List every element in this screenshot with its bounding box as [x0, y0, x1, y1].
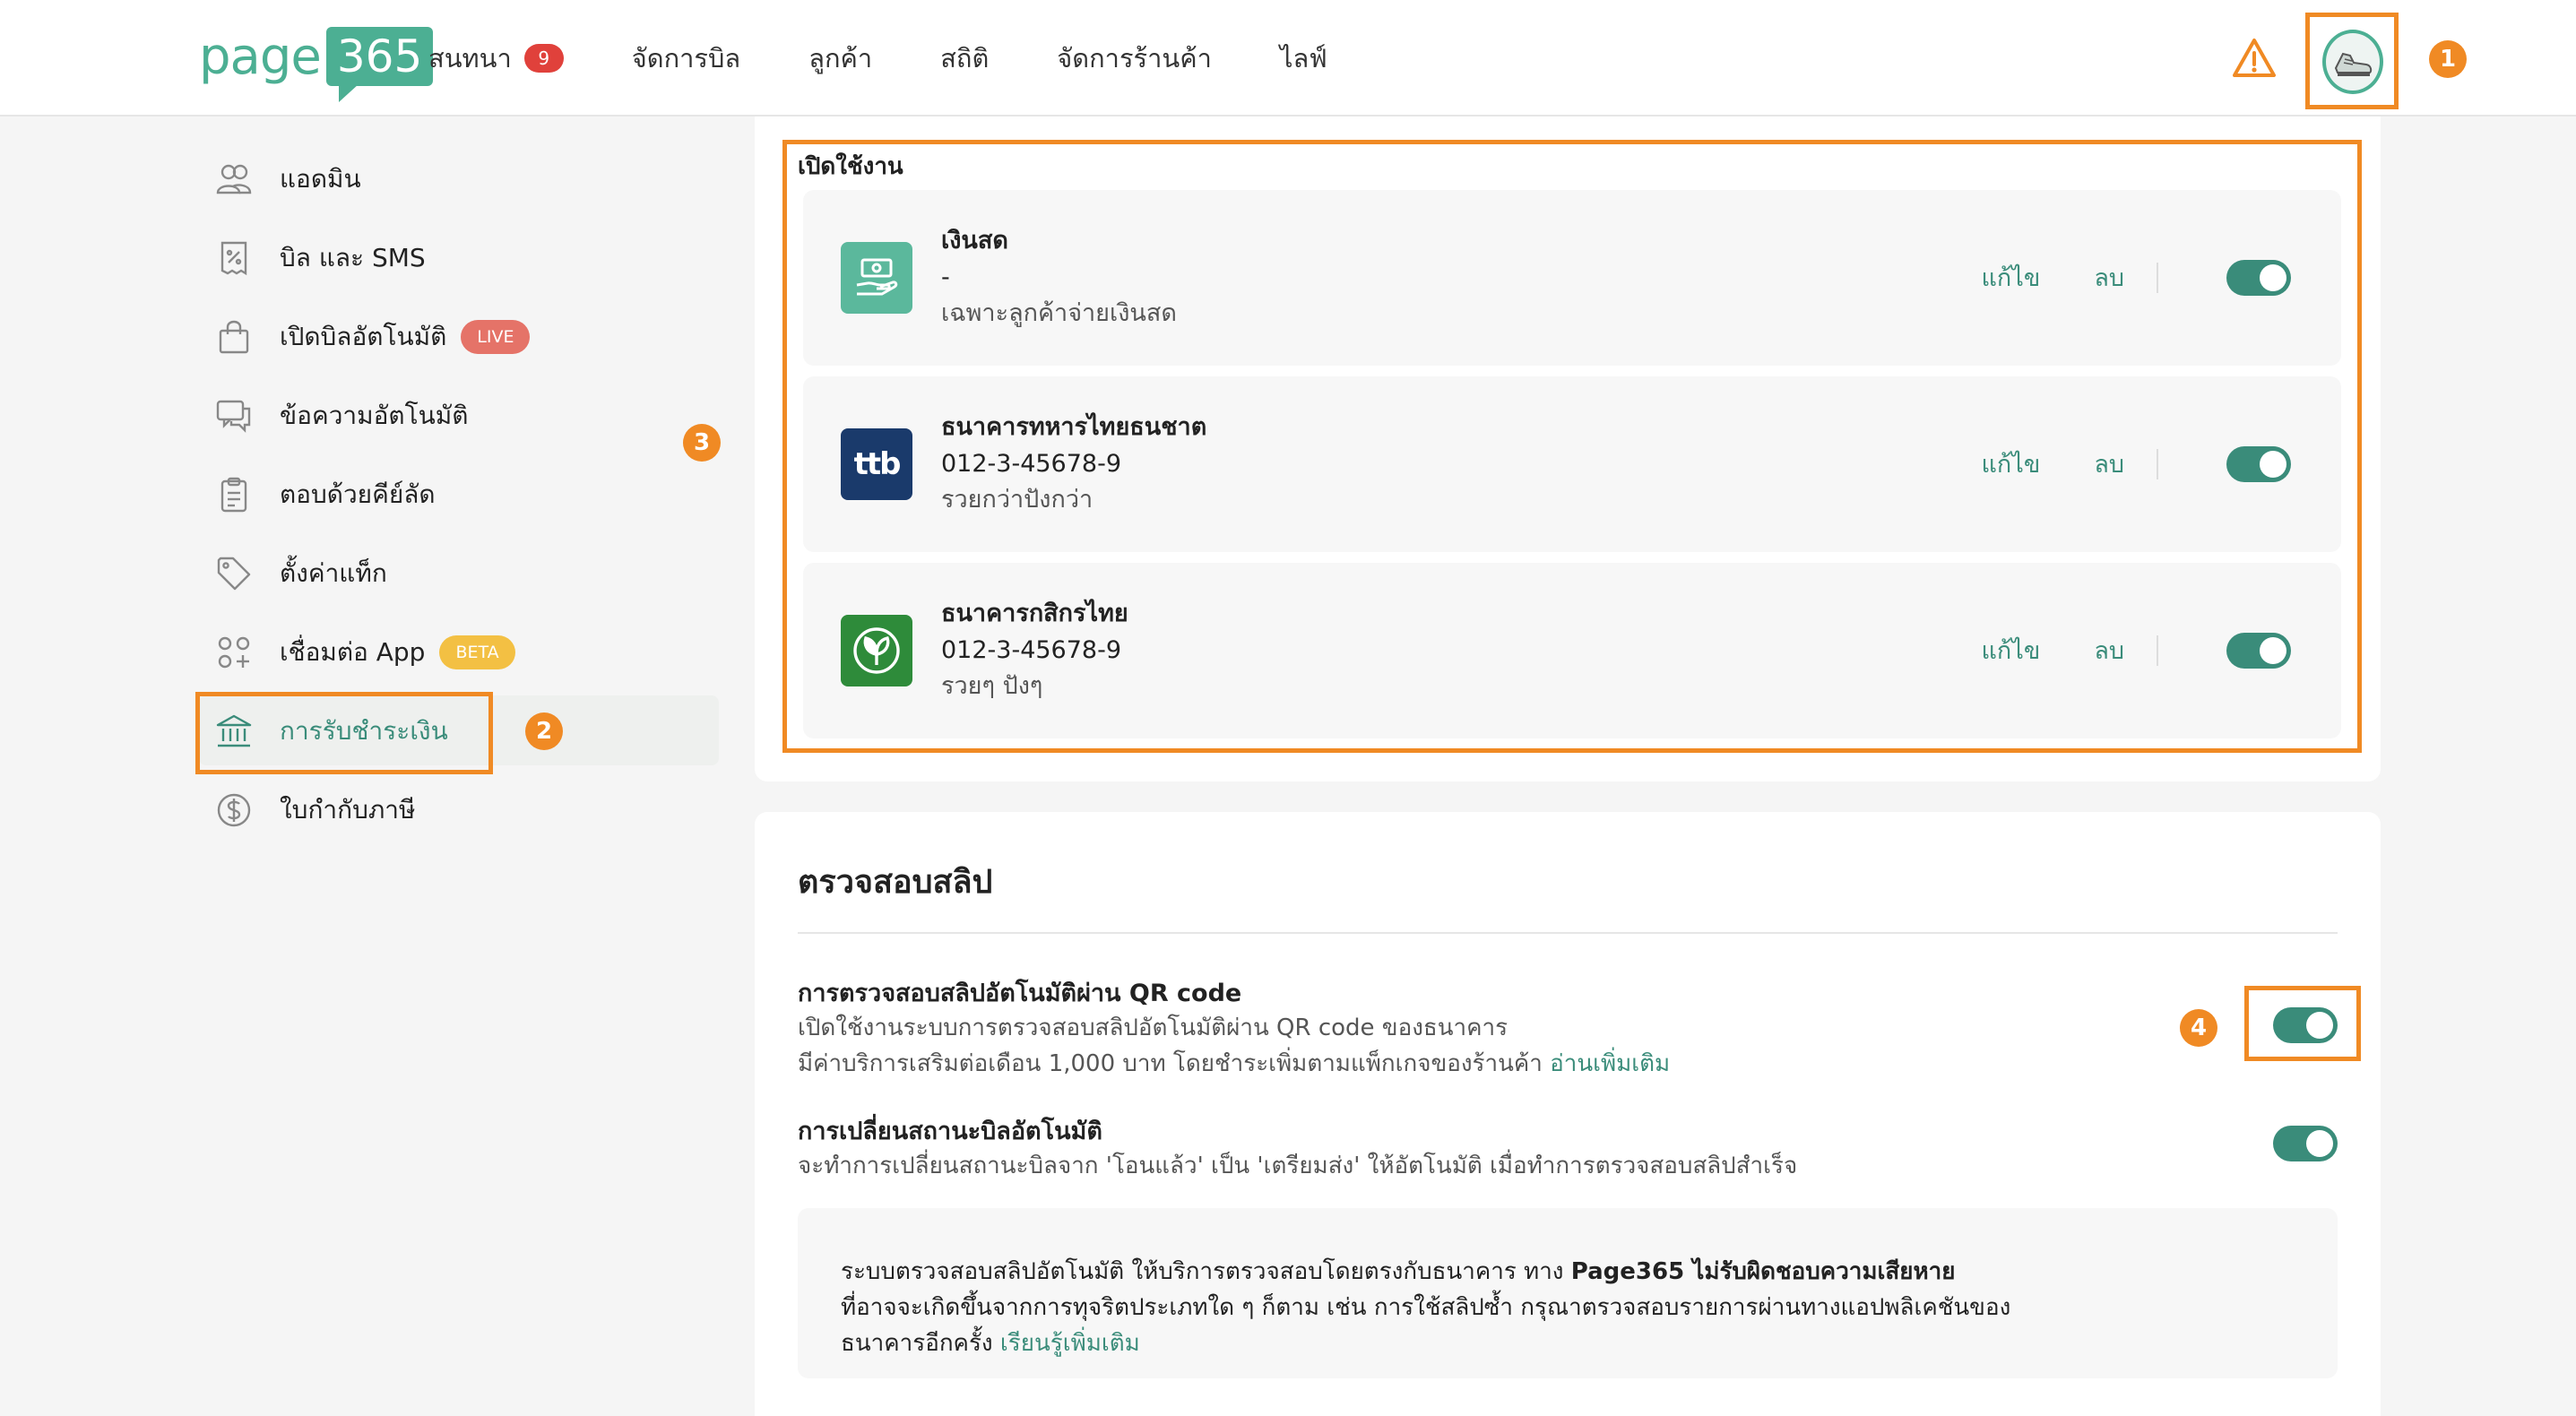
- sidebar-item-label: เชื่อมต่อ App: [280, 637, 426, 667]
- disclaimer-bold-text: Page365 ไม่รับผิดชอบความเสียหาย: [1570, 1258, 1956, 1285]
- sidebar-item-auto-bill[interactable]: เปิดบิลอัตโนมัติ LIVE: [215, 310, 531, 364]
- sidebar-item-connect-app[interactable]: เชื่อมต่อ App BETA: [215, 626, 515, 679]
- nav-customers[interactable]: ลูกค้า: [808, 38, 872, 79]
- bank-icon: [215, 712, 253, 750]
- sidebar-item-label: ข้อความอัตโนมัติ: [280, 401, 469, 430]
- live-badge: LIVE: [461, 320, 531, 354]
- disclaimer-line-2: ที่อาจจะเกิดขึ้นจากการทุจริตประเภทใด ๆ ก…: [841, 1294, 2011, 1321]
- page365-logo[interactable]: page 365: [199, 27, 434, 102]
- divider: [2157, 448, 2158, 479]
- payment-name: ธนาคารทหารไทยธนชาต: [941, 413, 1207, 441]
- clipboard-icon: [215, 476, 253, 514]
- nav-chat[interactable]: สนทนา 9: [428, 38, 564, 79]
- step-marker-1: 1: [2429, 40, 2467, 78]
- step-marker-4: 4: [2180, 1009, 2217, 1047]
- disclaimer-line-1: ระบบตรวจสอบสลิปอัตโนมัติ ให้บริการตรวจสอ…: [841, 1253, 1956, 1290]
- sidebar-item-bill-sms[interactable]: บิล และ SMS: [215, 231, 426, 285]
- payment-note: รวยๆ ปังๆ: [941, 672, 1043, 700]
- chat-bubble-icon: [215, 397, 253, 435]
- delete-button[interactable]: ลบ: [2094, 258, 2124, 297]
- auto-status-toggle[interactable]: [2273, 1126, 2338, 1161]
- logo-word: page: [199, 27, 322, 86]
- disclaimer-line-3-text: ธนาคารอีกครั้ง: [841, 1330, 993, 1357]
- divider: [2157, 635, 2158, 666]
- disclaimer-line-3: ธนาคารอีกครั้ง เรียนรู้เพิ่มเติม: [841, 1325, 1140, 1361]
- auto-status-desc: จะทำการเปลี่ยนสถานะบิลจาก 'โอนแล้ว' เป็น…: [798, 1153, 1798, 1179]
- step-marker-2: 2: [525, 712, 563, 750]
- ttb-logo: ttb: [841, 428, 912, 500]
- payment-note: รวยกว่าปังกว่า: [941, 486, 1094, 514]
- section-divider: [798, 932, 2338, 934]
- sidebar-item-tax-invoice[interactable]: ใบกำกับภาษี: [215, 783, 415, 837]
- delete-button[interactable]: ลบ: [2094, 631, 2124, 669]
- payment-cash-toggle[interactable]: [2226, 260, 2291, 296]
- sidebar-item-auto-message[interactable]: ข้อความอัตโนมัติ: [215, 389, 468, 443]
- sidebar-item-payments[interactable]: การรับชำระเงิน: [215, 704, 448, 758]
- sidebar-item-shortcut-reply[interactable]: ตอบด้วยคีย์ลัด: [215, 468, 436, 522]
- admin-users-icon: [215, 160, 253, 198]
- chat-count-badge: 9: [523, 44, 564, 73]
- slip-check-title: ตรวจสอบสลิป: [798, 864, 993, 901]
- edit-button[interactable]: แก้ไข: [1982, 631, 2041, 669]
- enabled-section-title: เปิดใช้งาน: [798, 153, 903, 180]
- nav-store-manage[interactable]: จัดการร้านค้า: [1057, 38, 1212, 79]
- ttb-logo-text: ttb: [853, 446, 902, 482]
- edit-button[interactable]: แก้ไข: [1982, 445, 2041, 483]
- auto-status-title: การเปลี่ยนสถานะบิลอัตโนมัติ: [798, 1118, 1102, 1145]
- edit-button[interactable]: แก้ไข: [1982, 258, 2041, 297]
- sidebar-item-label: ตอบด้วยคีย์ลัด: [280, 479, 436, 509]
- payment-note: เฉพาะลูกค้าจ่ายเงินสด: [941, 299, 1177, 327]
- sidebar-item-label: บิล และ SMS: [280, 243, 426, 272]
- payment-item-cash: เงินสด - เฉพาะลูกค้าจ่ายเงินสด แก้ไข ลบ: [803, 190, 2341, 366]
- payment-account: 012-3-45678-9: [941, 636, 1122, 664]
- payment-name: ธนาคารกสิกรไทย: [941, 600, 1128, 627]
- nav-stats[interactable]: สถิติ: [940, 38, 989, 79]
- qr-slip-check-fee-text: มีค่าบริการเสริมต่อเดือน 1,000 บาท โดยชำ…: [798, 1050, 1543, 1077]
- nav-chat-label: สนทนา: [428, 43, 512, 73]
- payment-item-kbank: ธนาคารกสิกรไทย 012-3-45678-9 รวยๆ ปังๆ แ…: [803, 563, 2341, 738]
- beta-badge: BETA: [439, 635, 515, 669]
- avatar-highlight-frame: [2305, 13, 2399, 109]
- tag-icon: [215, 555, 253, 592]
- disclaimer-line-1-text: ระบบตรวจสอบสลิปอัตโนมัติ ให้บริการตรวจสอ…: [841, 1258, 1564, 1285]
- warning-triangle-icon[interactable]: [2232, 36, 2277, 81]
- sidebar-item-tag-settings[interactable]: ตั้งค่าแท็ก: [215, 547, 387, 600]
- sidebar-item-label: เปิดบิลอัตโนมัติ: [280, 322, 447, 351]
- learn-more-link[interactable]: เรียนรู้เพิ่มเติม: [1000, 1330, 1140, 1357]
- sidebar-item-label: การรับชำระเงิน: [280, 716, 448, 746]
- step-marker-3: 3: [683, 424, 721, 462]
- sidebar-item-label: ใบกำกับภาษี: [280, 795, 416, 825]
- qr-slip-check-desc: เปิดใช้งานระบบการตรวจสอบสลิปอัตโนมัติผ่า…: [798, 1015, 1508, 1041]
- payment-kbank-toggle[interactable]: [2226, 633, 2291, 669]
- payment-account: 012-3-45678-9: [941, 450, 1122, 478]
- payment-name: เงินสด: [941, 227, 1008, 255]
- slip-disclaimer-box: ระบบตรวจสอบสลิปอัตโนมัติ ให้บริการตรวจสอ…: [798, 1208, 2338, 1378]
- top-header: page 365 สนทนา 9 จัดการบิล ลูกค้า สถิติ …: [0, 0, 2576, 117]
- kbank-leaf-logo: [841, 615, 912, 686]
- logo-number: 365: [325, 27, 434, 102]
- nav-bills[interactable]: จัดการบิล: [632, 38, 740, 79]
- sidebar-item-label: แอดมิน: [280, 164, 361, 194]
- payment-account: -: [941, 263, 950, 291]
- qr-slip-check-fee: มีค่าบริการเสริมต่อเดือน 1,000 บาท โดยชำ…: [798, 1045, 1670, 1082]
- dollar-circle-icon: [215, 791, 253, 829]
- cash-hand-icon: [841, 242, 912, 314]
- sneaker-avatar[interactable]: [2322, 30, 2383, 94]
- shopping-bag-icon: [215, 318, 253, 356]
- receipt-icon: [215, 239, 253, 277]
- sidebar-item-label: ตั้งค่าแท็ก: [280, 558, 387, 588]
- divider: [2157, 262, 2158, 293]
- delete-button[interactable]: ลบ: [2094, 445, 2124, 483]
- qr-slip-check-title: การตรวจสอบสลิปอัตโนมัติผ่าน QR code: [798, 980, 1242, 1007]
- qr-slip-check-toggle[interactable]: [2273, 1007, 2338, 1043]
- read-more-link[interactable]: อ่านเพิ่มเติม: [1550, 1050, 1670, 1077]
- apps-grid-icon: [215, 634, 253, 671]
- nav-live[interactable]: ไลฟ์: [1280, 38, 1327, 79]
- payment-item-ttb: ttb ธนาคารทหารไทยธนชาต 012-3-45678-9 รวย…: [803, 376, 2341, 552]
- payment-ttb-toggle[interactable]: [2226, 446, 2291, 482]
- sidebar-item-admin[interactable]: แอดมิน: [215, 152, 361, 206]
- main-nav: สนทนา 9 จัดการบิล ลูกค้า สถิติ จัดการร้า…: [428, 0, 1396, 117]
